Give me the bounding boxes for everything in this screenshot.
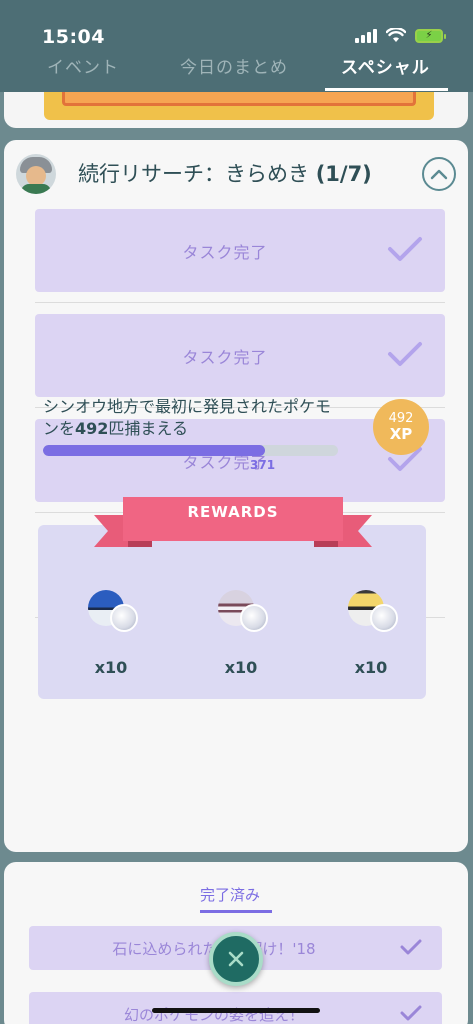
battery-icon: ⚡ bbox=[415, 28, 446, 43]
task-progress-bar bbox=[43, 445, 338, 456]
tab-event[interactable]: イベント bbox=[47, 53, 119, 78]
current-task-description: シンオウ地方で最初に発見されたポケモンを492匹捕まえる bbox=[43, 396, 343, 440]
tab-special[interactable]: スペシャル bbox=[341, 53, 430, 78]
previous-research-card bbox=[4, 92, 468, 128]
task-item: タスク完了 bbox=[35, 314, 445, 397]
reward-pokemon-icon bbox=[110, 604, 138, 632]
professor-avatar bbox=[16, 154, 56, 194]
tab-bar: イベント 今日のまとめ スペシャル bbox=[0, 53, 473, 92]
reward-item-ultra-ball[interactable]: x10 bbox=[336, 590, 416, 680]
divider bbox=[35, 302, 445, 303]
completed-research-label: 幻のポケモンの姿を追え！ bbox=[123, 1006, 304, 1024]
previous-research-banner bbox=[44, 92, 434, 120]
check-icon bbox=[388, 237, 422, 261]
reward-quantity: x10 bbox=[354, 658, 388, 677]
research-step-count: (1/7) bbox=[315, 162, 372, 186]
reward-quantity: x10 bbox=[94, 658, 128, 677]
reward-pokemon-icon bbox=[370, 604, 398, 632]
completed-tab[interactable]: 完了済み bbox=[200, 884, 260, 905]
close-button[interactable] bbox=[209, 932, 263, 986]
close-icon bbox=[228, 951, 244, 967]
research-title: 続行リサーチ：きらめき (1/7) bbox=[78, 158, 372, 188]
app-header: 15:04 ⚡ イベント 今日のまとめ スペシャル bbox=[0, 0, 473, 92]
rewards-title: REWARDS bbox=[187, 503, 279, 521]
status-time: 15:04 bbox=[42, 26, 105, 48]
completed-tab-indicator bbox=[200, 910, 272, 913]
rewards-ribbon: REWARDS bbox=[90, 497, 376, 553]
task-label: タスク完了 bbox=[182, 243, 268, 262]
cellular-signal-icon bbox=[355, 28, 377, 43]
chevron-up-icon bbox=[430, 169, 448, 180]
reward-quantity: x10 bbox=[224, 658, 258, 677]
task-target-count: 492 bbox=[75, 419, 109, 438]
xp-amount: 492 bbox=[388, 411, 414, 426]
xp-reward-badge: 492 XP bbox=[373, 399, 429, 455]
collapse-button[interactable] bbox=[422, 157, 456, 191]
task-label: タスク完了 bbox=[182, 348, 268, 367]
tab-today-summary[interactable]: 今日のまとめ bbox=[180, 53, 288, 78]
check-icon bbox=[400, 939, 422, 955]
task-progress-fill bbox=[43, 445, 266, 456]
task-progress-value: 371 bbox=[250, 458, 276, 472]
special-research-card: 続行リサーチ：きらめき (1/7) タスク完了 タスク完了 タスク完了 bbox=[4, 140, 468, 852]
task-item: タスク完了 bbox=[35, 209, 445, 292]
reward-item-great-ball[interactable]: x10 bbox=[76, 590, 156, 680]
reward-item-premier-ball[interactable]: x10 bbox=[206, 590, 286, 680]
task-text-after: 匹捕まえる bbox=[108, 419, 188, 438]
xp-label: XP bbox=[389, 425, 413, 443]
home-indicator bbox=[152, 1008, 320, 1013]
wifi-icon bbox=[386, 28, 406, 42]
reward-pokemon-icon bbox=[240, 604, 268, 632]
check-icon bbox=[388, 342, 422, 366]
research-title-text: 続行リサーチ：きらめき bbox=[78, 162, 309, 186]
active-tab-indicator bbox=[325, 88, 448, 91]
check-icon bbox=[400, 1005, 422, 1021]
status-icons: ⚡ bbox=[355, 28, 446, 43]
